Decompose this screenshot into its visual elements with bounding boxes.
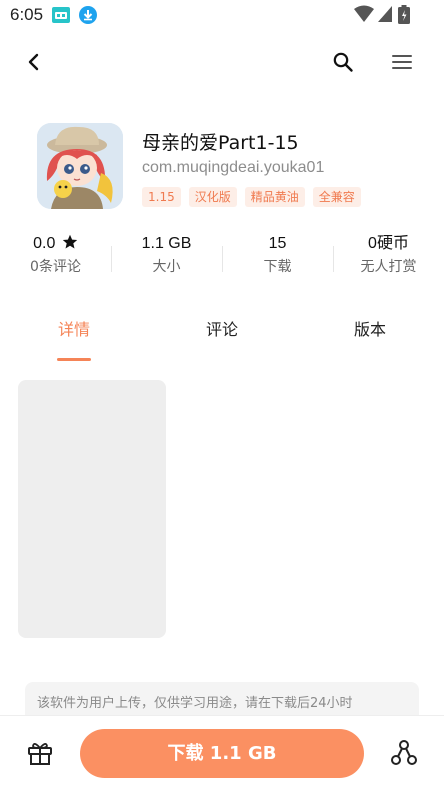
size-value: 1.1 GB — [141, 235, 192, 252]
stat-size: 1.1 GB 大小 — [111, 232, 222, 278]
rating-label: 0条评论 — [30, 259, 81, 275]
tag-compatible[interactable]: 全兼容 — [312, 187, 361, 207]
tag-localized[interactable]: 汉化版 — [188, 187, 237, 207]
gift-button[interactable] — [25, 740, 55, 770]
coins-label: 无人打赏 — [360, 259, 417, 275]
tab-indicator — [57, 358, 91, 361]
screenshot-placeholder[interactable] — [18, 380, 166, 638]
download-button[interactable]: 下载 1.1 GB — [80, 729, 364, 778]
tag-version[interactable]: 1.15 — [142, 187, 181, 207]
hamburger-menu-icon — [391, 53, 413, 75]
status-time: 6:05 — [10, 5, 44, 24]
bottom-bar: 下载 1.1 GB — [0, 715, 444, 789]
tab-comments[interactable]: 评论 — [148, 314, 296, 346]
toolbar — [0, 40, 444, 88]
star-icon — [62, 234, 78, 258]
battery-icon — [398, 5, 410, 29]
stat-downloads: 15 下载 — [222, 232, 333, 278]
signal-icon — [377, 5, 393, 27]
back-button[interactable] — [20, 50, 48, 78]
rating-value: 0.0 — [33, 235, 56, 252]
tab-versions[interactable]: 版本 — [296, 314, 444, 346]
downloads-label: 下载 — [263, 259, 292, 275]
search-button[interactable] — [329, 50, 357, 78]
game-controller-icon — [51, 5, 71, 29]
coins-value: 0硬币 — [368, 235, 409, 252]
wifi-icon — [354, 5, 374, 27]
stat-coins[interactable]: 0硬币 无人打赏 — [333, 232, 444, 278]
downloads-value: 15 — [268, 235, 287, 252]
menu-button[interactable] — [388, 50, 416, 78]
app-title: 母亲的爱Part1-15 — [142, 132, 299, 154]
status-bar: 6:05 — [0, 0, 444, 30]
gift-icon — [26, 739, 54, 771]
size-label: 大小 — [152, 259, 181, 275]
app-package-name: com.muqingdeai.youka01 — [142, 159, 325, 176]
tab-bar: 详情 评论 版本 — [0, 314, 444, 362]
share-button[interactable] — [389, 740, 419, 770]
stat-rating[interactable]: 0.0 0条评论 — [0, 232, 111, 278]
tab-details[interactable]: 详情 — [0, 314, 148, 346]
download-notification-icon — [78, 5, 98, 29]
share-network-icon — [390, 739, 418, 771]
tag-list: 1.15 汉化版 精品黄油 全兼容 — [142, 187, 361, 207]
search-icon — [332, 51, 354, 77]
tag-premium[interactable]: 精品黄油 — [244, 187, 305, 207]
app-icon — [37, 123, 123, 209]
stats-row: 0.0 0条评论 1.1 GB 大小 15 下载 0硬币 无人打赏 — [0, 232, 444, 284]
chevron-left-icon — [26, 52, 42, 76]
